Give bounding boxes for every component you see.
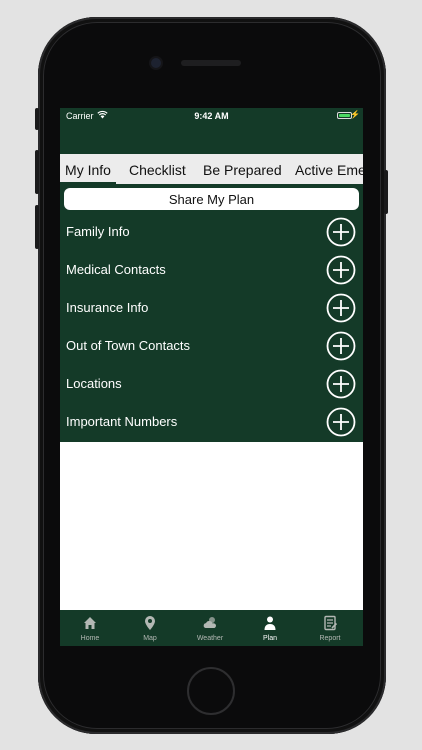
- plan-row-locations[interactable]: Locations: [60, 366, 363, 404]
- bottom-tab-bar: Home Map Weather Plan Report: [60, 610, 363, 646]
- plan-row-important-numbers[interactable]: Important Numbers: [60, 404, 363, 442]
- plus-circle-icon[interactable]: [326, 293, 356, 323]
- plan-row-label: Insurance Info: [66, 300, 149, 315]
- tab-my-info[interactable]: My Info: [60, 154, 116, 184]
- plus-circle-icon[interactable]: [326, 369, 356, 399]
- plus-circle-icon[interactable]: [326, 331, 356, 361]
- tab-be-prepared[interactable]: Be Prepared: [203, 154, 282, 184]
- status-bar: Carrier 9:42 AM ⚡: [60, 108, 363, 124]
- earpiece-speaker: [181, 60, 241, 66]
- tab-bar-label: Report: [319, 635, 341, 642]
- tab-checklist[interactable]: Checklist: [129, 154, 186, 184]
- plan-row-label: Out of Town Contacts: [66, 338, 191, 353]
- tab-bar-label: Plan: [262, 635, 277, 642]
- app-screen: Carrier 9:42 AM ⚡ My Info Checklist Be P…: [60, 108, 363, 646]
- plan-row-family-info[interactable]: Family Info: [60, 214, 363, 252]
- map-pin-icon: [145, 616, 155, 630]
- report-icon: [324, 615, 338, 631]
- plan-content: Share My Plan Family Info Medical Contac…: [60, 184, 363, 442]
- weather-icon: [203, 617, 216, 628]
- charging-icon: ⚡: [350, 110, 360, 119]
- home-icon: [84, 617, 96, 629]
- volume-up-button: [35, 150, 39, 194]
- plan-row-insurance-info[interactable]: Insurance Info: [60, 290, 363, 328]
- plan-row-out-of-town-contacts[interactable]: Out of Town Contacts: [60, 328, 363, 366]
- plus-circle-icon[interactable]: [326, 217, 356, 247]
- plus-circle-icon[interactable]: [326, 407, 356, 437]
- tab-bar-map[interactable]: Map: [120, 610, 180, 646]
- plan-tabs: My Info Checklist Be Prepared Active Eme…: [60, 154, 363, 184]
- plan-row-label: Locations: [66, 376, 122, 391]
- tab-active-emergency[interactable]: Active Emer: [295, 154, 363, 184]
- plan-row-label: Important Numbers: [66, 414, 178, 429]
- front-camera: [151, 58, 161, 68]
- share-plan-button[interactable]: Share My Plan: [64, 188, 359, 210]
- tab-bar-label: Weather: [196, 635, 224, 642]
- home-button[interactable]: [187, 667, 235, 715]
- power-button: [384, 170, 388, 214]
- plan-row-medical-contacts[interactable]: Medical Contacts: [60, 252, 363, 290]
- plus-circle-icon[interactable]: [326, 255, 356, 285]
- plan-row-label: Family Info: [66, 224, 130, 239]
- tab-bar-report[interactable]: Report: [300, 610, 360, 646]
- tab-bar-weather[interactable]: Weather: [180, 610, 240, 646]
- status-time: 9:42 AM: [194, 111, 229, 121]
- plan-row-label: Medical Contacts: [66, 262, 166, 277]
- volume-down-button: [35, 205, 39, 249]
- person-icon: [264, 616, 276, 630]
- navigation-bar: [60, 124, 363, 154]
- mute-switch: [35, 108, 39, 130]
- tab-bar-home[interactable]: Home: [60, 610, 120, 646]
- tab-bar-label: Home: [80, 635, 100, 642]
- tab-bar-label: Map: [143, 635, 157, 642]
- tab-bar-plan[interactable]: Plan: [240, 610, 300, 646]
